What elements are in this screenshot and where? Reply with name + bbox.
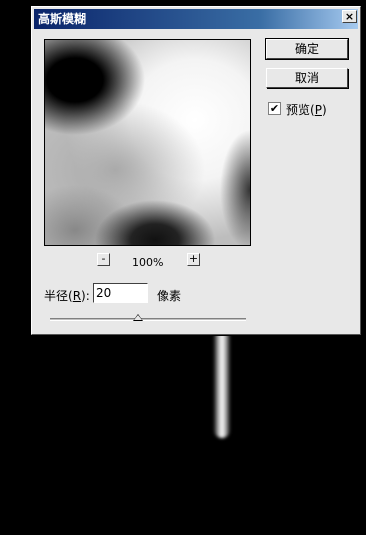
blurred-stroke xyxy=(214,330,230,438)
radius-slider-thumb[interactable] xyxy=(133,314,144,321)
minus-icon: - xyxy=(101,252,106,265)
close-icon: × xyxy=(344,10,355,23)
radius-unit-label: 像素 xyxy=(157,289,182,303)
preview-image[interactable] xyxy=(44,39,251,246)
cancel-button[interactable]: 取消 xyxy=(266,68,348,88)
gaussian-blur-dialog: 高斯模糊 × - 100% + 确定 取消 ✔ 预览(P) 半径(R): 20 … xyxy=(31,6,361,335)
dialog-titlebar[interactable]: 高斯模糊 xyxy=(34,9,358,29)
radius-value: 20 xyxy=(96,286,112,300)
ok-button-label: 确定 xyxy=(294,42,319,56)
plus-icon: + xyxy=(188,252,199,265)
radius-label: 半径(R): xyxy=(44,289,90,303)
checkmark-icon: ✔ xyxy=(269,102,280,115)
zoom-level: 100% xyxy=(132,256,164,269)
cancel-button-label: 取消 xyxy=(294,71,319,85)
zoom-out-button[interactable]: - xyxy=(97,253,110,266)
radius-input[interactable]: 20 xyxy=(93,283,148,303)
radius-slider-track[interactable] xyxy=(50,318,246,321)
close-button[interactable]: × xyxy=(342,10,357,23)
ok-button[interactable]: 确定 xyxy=(265,38,349,60)
preview-checkbox[interactable]: ✔ xyxy=(268,102,281,115)
zoom-in-button[interactable]: + xyxy=(187,253,200,266)
preview-checkbox-label: 预览(P) xyxy=(286,103,327,117)
dialog-title: 高斯模糊 xyxy=(38,12,87,26)
